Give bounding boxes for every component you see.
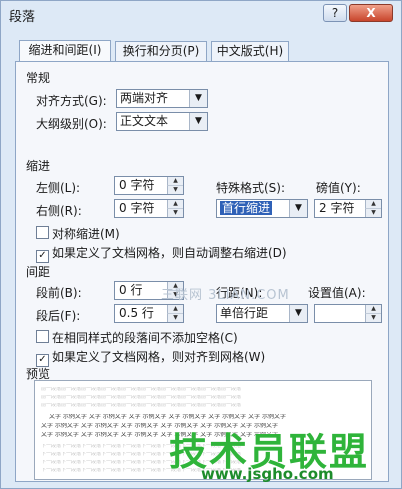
left-indent-value: 0 字符 xyxy=(119,178,155,192)
chevron-down-icon[interactable]: ▼ xyxy=(189,90,207,107)
right-indent-spinner[interactable]: 0 字符 ▲ ▼ xyxy=(114,199,184,218)
spin-up-icon[interactable]: ▲ xyxy=(365,200,381,209)
spin-down-icon[interactable]: ▼ xyxy=(365,314,381,322)
snap-to-grid-label: 如果定义了文档网格，则对齐到网格(W) xyxy=(52,350,266,364)
spin-up-icon[interactable]: ▲ xyxy=(365,305,381,314)
indent-by-spinner[interactable]: 2 字符 ▲ ▼ xyxy=(314,199,382,218)
watermark-3lian: 三联网 3LIAN.COM xyxy=(161,288,290,303)
checkbox-box[interactable] xyxy=(36,226,49,239)
spacing-at-spinner[interactable]: ▲ ▼ xyxy=(314,304,382,323)
checkbox-box[interactable] xyxy=(36,330,49,343)
general-section-label: 常规 xyxy=(26,71,51,85)
space-after-value: 0.5 行 xyxy=(119,306,154,320)
spin-down-icon[interactable]: ▼ xyxy=(365,209,381,217)
outline-level-select[interactable]: 正文文本 ▼ xyxy=(116,112,208,131)
line-spacing-select[interactable]: 单倍行距 ▼ xyxy=(216,304,308,323)
spin-down-icon[interactable]: ▼ xyxy=(167,314,183,322)
spin-up-icon[interactable]: ▲ xyxy=(167,305,183,314)
chevron-down-icon[interactable]: ▼ xyxy=(189,113,207,130)
indent-by-label: 磅值(Y): xyxy=(316,181,361,195)
snap-to-grid-checkbox[interactable]: ✓ 如果定义了文档网格，则对齐到网格(W) xyxy=(36,348,265,367)
help-button[interactable]: ? xyxy=(323,4,347,22)
line-spacing-value: 单倍行距 xyxy=(220,306,269,320)
left-indent-spinner[interactable]: 0 字符 ▲ ▼ xyxy=(114,176,184,195)
space-before-label: 段前(B): xyxy=(36,286,82,300)
preview-sample-line: 文字 示例文字 文字 示例文字 文字 示例文字 文字 示例文字 文字 示例文字 … xyxy=(49,414,286,420)
space-before-value: 0 行 xyxy=(119,283,143,297)
spin-down-icon[interactable]: ▼ xyxy=(167,209,183,217)
mirror-indent-label: 对称缩进(M) xyxy=(52,227,120,241)
close-button[interactable]: X xyxy=(349,4,393,22)
indent-section-label: 缩进 xyxy=(26,159,51,173)
paragraph-dialog: 段落 ? X 缩进和间距(I) 换行和分页(P) 中文版式(H) 常规 对齐方式… xyxy=(0,0,402,489)
tab-line-page-breaks[interactable]: 换行和分页(P) xyxy=(115,41,207,61)
dialog-title: 段落 xyxy=(9,10,36,25)
checkmark-icon[interactable]: ✓ xyxy=(36,250,49,263)
spin-up-icon[interactable]: ▲ xyxy=(167,177,183,186)
chevron-down-icon[interactable]: ▼ xyxy=(289,200,307,217)
right-indent-value: 0 字符 xyxy=(119,201,155,215)
chevron-down-icon[interactable]: ▼ xyxy=(289,305,307,322)
special-indent-label: 特殊格式(S): xyxy=(216,181,286,195)
mirror-indent-checkbox[interactable]: 对称缩进(M) xyxy=(36,225,120,242)
left-indent-label: 左侧(L): xyxy=(36,181,81,195)
no-space-same-style-label: 在相同样式的段落间不添加空格(C) xyxy=(52,331,238,345)
tab-asian-typography[interactable]: 中文版式(H) xyxy=(211,41,289,61)
spacing-at-label: 设置值(A): xyxy=(308,286,366,300)
preview-previous-line: 前一段落前一段落前一段落前一段落前一段落前一段落前一段落前一段落前一段落前一段落 xyxy=(41,387,242,392)
space-after-spinner[interactable]: 0.5 行 ▲ ▼ xyxy=(114,304,184,323)
watermark-url: www.jsgho.com xyxy=(201,465,334,483)
space-after-label: 段后(F): xyxy=(36,309,81,323)
alignment-value: 两端对齐 xyxy=(120,91,169,105)
preview-previous-line: 前一段落前一段落前一段落前一段落前一段落前一段落前一段落前一段落前一段落前一段落 xyxy=(41,403,242,408)
alignment-select[interactable]: 两端对齐 ▼ xyxy=(116,89,208,108)
spin-up-icon[interactable]: ▲ xyxy=(167,200,183,209)
tab-panel: 常规 对齐方式(G): 两端对齐 ▼ 大纲级别(O): 正文文本 ▼ 缩进 左侧… xyxy=(15,61,389,482)
right-indent-label: 右侧(R): xyxy=(36,204,82,218)
title-bar: 段落 ? X xyxy=(1,1,401,27)
special-indent-select[interactable]: 首行缩进 ▼ xyxy=(216,199,308,218)
outline-level-value: 正文文本 xyxy=(120,114,169,128)
indent-by-value: 2 字符 xyxy=(319,201,355,215)
special-indent-value: 首行缩进 xyxy=(220,201,273,215)
alignment-label: 对齐方式(G): xyxy=(36,94,107,108)
spacing-section-label: 间距 xyxy=(26,265,51,279)
spin-down-icon[interactable]: ▼ xyxy=(167,186,183,194)
outline-level-label: 大纲级别(O): xyxy=(36,117,107,131)
tab-indent-spacing[interactable]: 缩进和间距(I) xyxy=(19,40,111,62)
no-space-same-style-checkbox[interactable]: 在相同样式的段落间不添加空格(C) xyxy=(36,329,238,346)
auto-adjust-indent-checkbox[interactable]: ✓ 如果定义了文档网格，则自动调整右缩进(D) xyxy=(36,244,287,263)
auto-adjust-indent-label: 如果定义了文档网格，则自动调整右缩进(D) xyxy=(52,246,287,260)
preview-previous-line: 前一段落前一段落前一段落前一段落前一段落前一段落前一段落前一段落前一段落前一段落 xyxy=(41,395,242,400)
